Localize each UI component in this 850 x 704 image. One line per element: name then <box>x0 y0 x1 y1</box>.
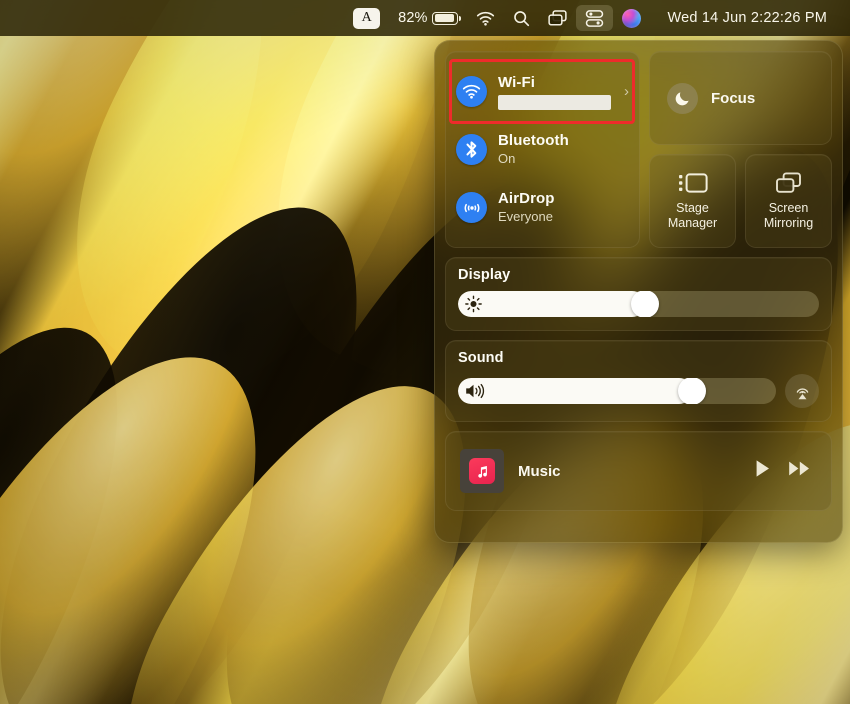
airdrop-label: AirDrop <box>498 190 629 208</box>
bluetooth-text-block: Bluetooth On <box>498 132 629 167</box>
airplay-icon <box>793 382 812 401</box>
focus-label: Focus <box>711 90 755 107</box>
screen-mirroring-icon <box>775 171 802 195</box>
input-source-label: A <box>353 8 380 29</box>
airdrop-status: Everyone <box>498 209 629 225</box>
music-transport-controls <box>754 459 817 483</box>
wifi-menu-icon[interactable] <box>467 5 504 31</box>
music-app-name: Music <box>518 463 740 480</box>
display-brightness-slider[interactable] <box>458 291 819 317</box>
connectivity-card: Wi-Fi › Bluetooth On <box>445 51 640 248</box>
display-card: Display <box>445 257 832 331</box>
brightness-icon <box>465 296 482 313</box>
mission-control-menu-icon[interactable] <box>539 5 576 31</box>
bluetooth-icon <box>456 134 487 165</box>
wifi-network-name-redacted <box>498 95 611 110</box>
input-source-menu[interactable]: A <box>344 5 389 31</box>
fast-forward-icon <box>788 460 811 477</box>
stage-manager-label: Stage Manager <box>668 201 717 231</box>
bluetooth-toggle-row[interactable]: Bluetooth On <box>446 121 639 179</box>
display-title: Display <box>458 267 819 283</box>
music-card: Music <box>445 431 832 511</box>
play-button[interactable] <box>754 459 771 483</box>
stage-manager-icon <box>678 171 708 195</box>
stage-manager-label-line1: Stage <box>676 201 709 215</box>
control-center-icon <box>585 9 604 28</box>
siri-icon <box>622 9 641 28</box>
mission-control-icon <box>548 10 567 26</box>
control-center-menu-icon[interactable] <box>576 5 613 31</box>
menu-bar: A 82% <box>0 0 850 36</box>
fast-forward-button[interactable] <box>788 460 811 482</box>
stage-manager-label-line2: Manager <box>668 216 717 230</box>
wifi-label: Wi-Fi <box>498 74 611 92</box>
sound-volume-slider[interactable] <box>458 378 776 404</box>
control-center-tile-row: Stage Manager Screen Mirroring <box>649 154 832 248</box>
menu-bar-status-items: A 82% <box>344 0 840 36</box>
stage-manager-tile[interactable]: Stage Manager <box>649 154 736 248</box>
speaker-icon <box>465 383 485 399</box>
screen-mirroring-label-line1: Screen <box>769 201 809 215</box>
control-center-top-right: Focus Stage Manager <box>649 51 832 248</box>
wifi-icon <box>456 76 487 107</box>
airdrop-icon <box>456 192 487 223</box>
airdrop-toggle-row[interactable]: AirDrop Everyone <box>446 179 639 237</box>
bluetooth-label: Bluetooth <box>498 132 629 150</box>
focus-tile[interactable]: Focus <box>649 51 832 145</box>
chevron-right-icon[interactable]: › <box>624 83 629 100</box>
spotlight-search-icon[interactable] <box>504 5 539 31</box>
wifi-icon <box>476 11 495 26</box>
display-slider-wrap <box>458 291 819 317</box>
play-icon <box>754 459 771 478</box>
screen-mirroring-label: Screen Mirroring <box>764 201 813 231</box>
screen-mirroring-label-line2: Mirroring <box>764 216 813 230</box>
moon-icon <box>667 83 698 114</box>
clock-menu-item[interactable]: Wed 14 Jun 2:22:26 PM <box>650 5 840 31</box>
airdrop-text-block: AirDrop Everyone <box>498 190 629 225</box>
siri-menu-icon[interactable] <box>613 5 650 31</box>
apple-music-icon <box>469 458 495 484</box>
sound-airplay-button[interactable] <box>785 374 819 408</box>
bluetooth-status: On <box>498 151 629 167</box>
wifi-text-block: Wi-Fi <box>498 74 611 110</box>
control-center-top-section: Wi-Fi › Bluetooth On <box>445 51 832 248</box>
sound-title: Sound <box>458 350 819 366</box>
menu-bar-clock: Wed 14 Jun 2:22:26 PM <box>659 10 831 26</box>
wifi-toggle-row[interactable]: Wi-Fi › <box>446 63 639 121</box>
battery-percent-label: 82% <box>398 10 427 26</box>
search-icon <box>513 10 530 27</box>
control-center-panel: Wi-Fi › Bluetooth On <box>434 40 843 543</box>
battery-status-item[interactable]: 82% <box>389 5 467 31</box>
sound-slider-wrap <box>458 374 819 408</box>
battery-icon <box>432 12 458 25</box>
screen-mirroring-tile[interactable]: Screen Mirroring <box>745 154 832 248</box>
sound-card: Sound <box>445 340 832 422</box>
album-artwork-placeholder <box>460 449 504 493</box>
